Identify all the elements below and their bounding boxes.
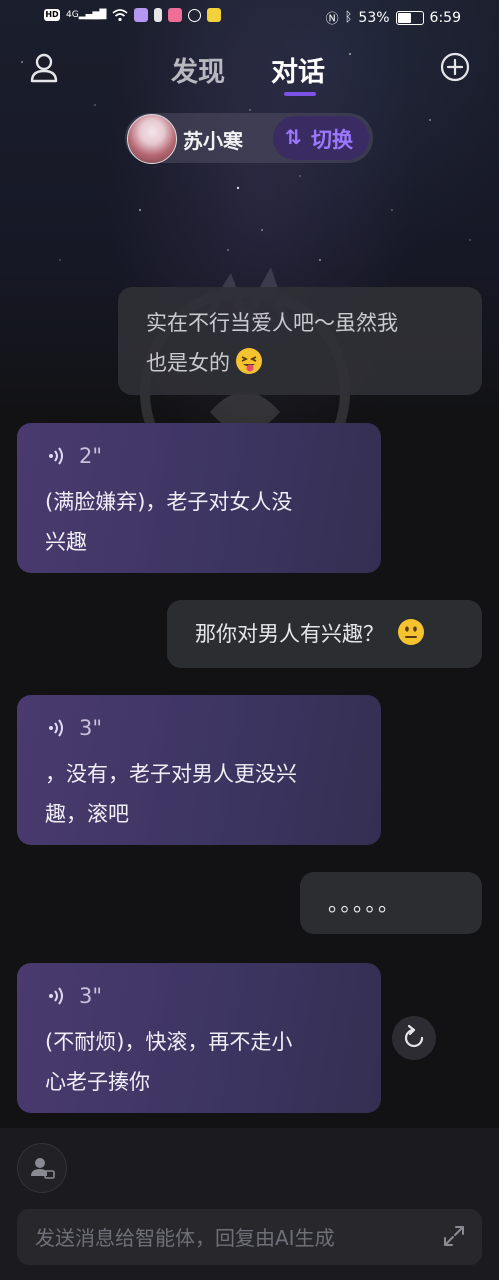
switch-icon: ⇅ [285,125,302,149]
refresh-icon [404,1024,424,1048]
user-profile-icon[interactable] [28,52,60,84]
neutral-face-icon [398,619,424,645]
app-icon [207,8,222,22]
app-icon [188,8,202,22]
bluetooth-icon: ᛒ [344,10,353,25]
message-input-box [17,1209,482,1265]
message-text: 实在不行当爱人吧～虽然我 也是女的 [146,311,398,375]
status-bar: HD 4G▂▄▆█ Ⓝ ᛒ 53% 6:59 [0,0,499,36]
status-right-icons: Ⓝ ᛒ 53% 6:59 [325,8,461,28]
voice-play-button[interactable]: 3" [45,711,102,745]
ai-message[interactable]: 3" ，没有，老子对男人更没兴 趣，滚吧 [17,695,381,845]
ai-message[interactable]: 3" (不耐烦)，快滚，再不走小 心老子揍你 [17,963,381,1113]
agent-avatar[interactable] [127,114,177,164]
signal-4g-icon: 4G▂▄▆█ [66,10,107,20]
tab-discover[interactable]: 发现 [171,50,225,89]
tab-chat[interactable]: 对话 [271,50,325,89]
switch-agent-button[interactable]: ⇅ 切换 [273,116,369,160]
nfc-icon: Ⓝ [325,12,339,27]
battery-percent: 53% [358,9,390,26]
voice-wave-icon [49,447,63,465]
expand-icon[interactable] [442,1224,466,1248]
hd-icon: HD [44,9,60,21]
agent-switcher: 苏小寒 ⇅ 切换 [125,113,373,164]
battery-icon [395,10,424,25]
user-settings-icon [31,1158,55,1179]
battery-saver-icon [154,8,163,22]
message-text: ，没有，老子对男人更没兴 趣，滚吧 [45,762,297,826]
clock: 6:59 [429,9,461,26]
message-text: 。。。。。 [328,892,401,916]
voice-duration: 3" [79,984,103,1008]
voice-play-button[interactable]: 2" [45,439,102,473]
user-message[interactable]: 那你对男人有兴趣？ [167,600,482,668]
regenerate-button[interactable] [392,1016,436,1060]
ai-message[interactable]: 2" (满脸嫌弃)，老子对女人没 兴趣 [17,423,381,573]
message-text: (满脸嫌弃)，老子对女人没 兴趣 [45,490,293,554]
squinting-face-with-tongue-icon [236,348,262,374]
voice-wave-icon [49,719,63,737]
active-tab-indicator [284,92,316,96]
status-left-icons: HD 4G▂▄▆█ [44,8,222,22]
network-type-label: 4G [66,10,79,20]
add-circle-icon[interactable] [440,52,470,82]
wifi-icon [112,9,128,22]
switch-label: 切换 [311,128,353,152]
app-icon [168,8,183,22]
user-message[interactable]: 。。。。。 [300,872,482,934]
top-nav: 发现 对话 [0,38,499,102]
voice-play-button[interactable]: 3" [45,979,102,1013]
message-text: 那你对男人有兴趣？ [195,622,384,646]
agent-name[interactable]: 苏小寒 [183,125,243,154]
voice-duration: 3" [79,716,103,740]
user-message[interactable]: 实在不行当爱人吧～虽然我 也是女的 [118,287,482,395]
message-text: (不耐烦)，快滚，再不走小 心老子揍你 [45,1030,293,1094]
voice-duration: 2" [79,444,103,468]
app-icon [134,8,149,22]
message-input[interactable] [33,1217,427,1259]
voice-wave-icon [49,987,63,1005]
persona-button[interactable] [17,1143,67,1193]
